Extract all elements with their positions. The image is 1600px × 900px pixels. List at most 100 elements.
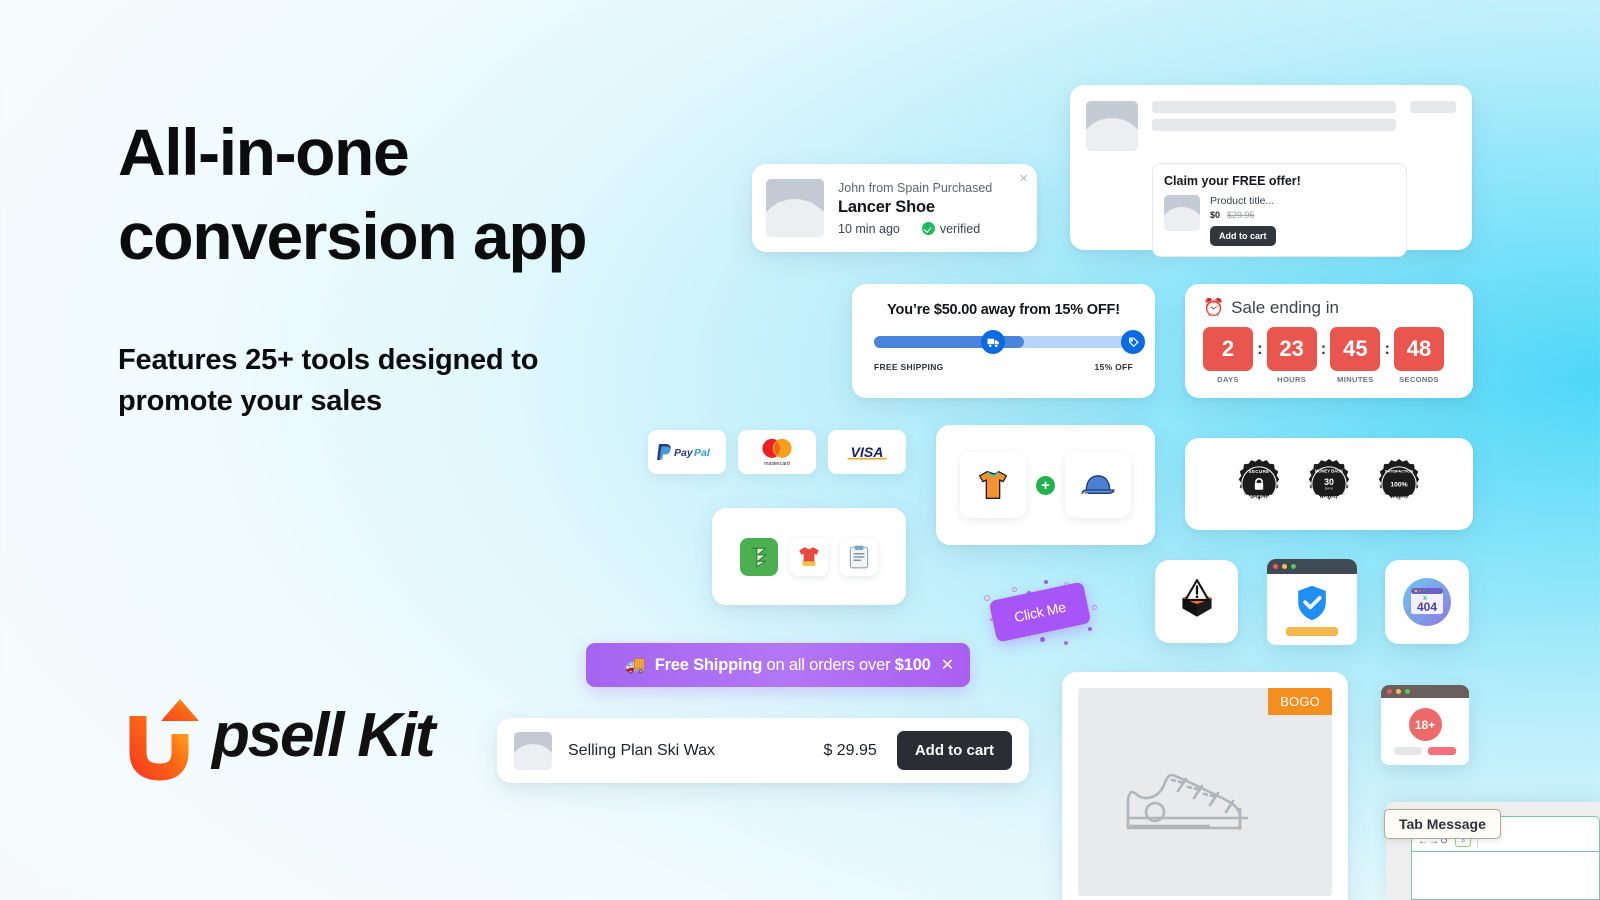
offer-product-title: Product title... <box>1210 195 1275 207</box>
svg-text:GUARANTEE: GUARANTEE <box>1316 495 1343 500</box>
offer-main-thumbnail <box>1086 101 1138 151</box>
shipping-banner-mid: on all orders over <box>762 655 895 674</box>
sales-notification-popup[interactable]: John from Spain Purchased Lancer Shoe 10… <box>752 164 1037 252</box>
svg-text:GUARANTEED: GUARANTEED <box>1385 495 1413 500</box>
clipboard-icon <box>840 537 878 576</box>
checkout-button-placeholder <box>1286 626 1338 636</box>
alarm-clock-icon: ⏰ <box>1203 298 1225 317</box>
bogo-product-card: BOGO <box>1062 672 1348 900</box>
decorative-dot <box>984 595 990 601</box>
out-of-stock-tile <box>1155 560 1238 643</box>
free-offer-card: Claim your FREE offer! Product title... … <box>1070 85 1472 257</box>
svg-text:SECURE: SECURE <box>1249 469 1270 474</box>
out-of-stock-box-icon <box>1181 578 1212 617</box>
free-shipping-progress-card: You’re $50.00 away from 15% OFF! FREE SH… <box>852 284 1155 398</box>
error-404-tile: x 404 <box>1385 560 1469 644</box>
skeleton-line <box>1152 119 1396 131</box>
shipping-banner-bold2: $100 <box>894 655 931 674</box>
countdown-value: 2 <box>1203 327 1253 371</box>
decorative-dot <box>1044 580 1048 584</box>
size-chart-icons-card <box>712 508 906 605</box>
age-verification-popup: 18+ <box>1381 685 1469 765</box>
add-to-cart-button[interactable]: Add to cart <box>896 731 1012 770</box>
browser-titlebar <box>1267 559 1357 574</box>
traffic-light-green <box>1405 689 1410 694</box>
svg-text:ORDERING: ORDERING <box>1246 495 1272 500</box>
decorative-dot <box>1092 605 1097 610</box>
discount-tag-icon <box>1121 330 1145 354</box>
svg-text:30: 30 <box>1324 477 1334 487</box>
tshirt-measure-icon <box>790 537 828 576</box>
countdown-value: 23 <box>1266 327 1317 371</box>
bogo-badge: BOGO <box>1268 688 1332 715</box>
decorative-dot <box>1040 637 1045 642</box>
svg-text:mastercard: mastercard <box>764 461 790 467</box>
traffic-light-yellow <box>1396 689 1401 694</box>
svg-text:Pal: Pal <box>694 447 711 459</box>
close-icon[interactable]: ✕ <box>941 655 954 675</box>
sales-popup-verified-label: verified <box>939 221 981 236</box>
payment-badges-row: Pay Pal mastercard VISA <box>648 430 906 474</box>
countdown-separator: : <box>1320 339 1327 358</box>
countdown-label: DAYS <box>1217 375 1239 384</box>
progress-left-label: FREE SHIPPING <box>874 362 944 372</box>
page-subtitle: Features 25+ tools designed to promote y… <box>118 344 539 418</box>
delivery-truck-icon: 🚚 <box>625 655 646 674</box>
countdown-label: SECONDS <box>1399 375 1439 384</box>
browser-titlebar <box>1381 685 1469 698</box>
countdown-unit-days: 2 DAYS <box>1203 327 1253 384</box>
countdown-unit-minutes: 45 MINUTES <box>1330 327 1381 384</box>
traffic-light-yellow <box>1282 564 1287 569</box>
bogo-product-image: BOGO <box>1078 688 1332 896</box>
mastercard-logo-icon: mastercard <box>738 430 816 474</box>
product-row-thumbnail <box>514 731 552 770</box>
bundle-plus-icon: + <box>1036 475 1055 495</box>
countdown-heading: Sale ending in <box>1231 298 1339 317</box>
age-limit-badge: 18+ <box>1408 708 1442 741</box>
sales-popup-time: 10 min ago <box>838 221 900 236</box>
paypal-logo-icon: Pay Pal <box>648 430 726 474</box>
sales-popup-product: Lancer Shoe <box>838 197 935 216</box>
age-accept-button[interactable] <box>1428 747 1456 755</box>
countdown-separator: : <box>1257 339 1263 358</box>
measuring-tape-icon <box>740 537 778 576</box>
svg-text:Pay: Pay <box>674 447 694 459</box>
decorative-dot <box>1064 641 1068 645</box>
progress-track[interactable] <box>874 330 1145 354</box>
countdown-value: 48 <box>1394 327 1445 371</box>
decorative-dot <box>1088 627 1092 631</box>
skeleton-line <box>1152 101 1396 113</box>
traffic-light-red <box>1387 689 1392 694</box>
decorative-dot <box>1012 587 1017 592</box>
logo-arrow-u-icon <box>129 699 199 781</box>
visa-logo-icon: VISA <box>828 430 906 474</box>
sneaker-placeholder-icon <box>1126 773 1248 830</box>
404-page-icon: x 404 <box>1403 578 1451 626</box>
tab-message-browser: ←→↺ ⌕ Tab Message <box>1384 809 1600 900</box>
click-me-button[interactable]: Click Me <box>988 581 1092 643</box>
skeleton-line <box>1410 101 1456 113</box>
verified-check-icon <box>921 222 935 235</box>
click-me-sticker[interactable]: Click Me <box>978 565 1108 655</box>
svg-text:404: 404 <box>1417 600 1437 614</box>
free-shipping-banner[interactable]: 🚚 Free Shipping on all orders over $100 … <box>586 643 970 687</box>
countdown-label: HOURS <box>1277 375 1307 384</box>
free-offer-inner-box: Claim your FREE offer! Product title... … <box>1152 163 1407 257</box>
progress-right-label: 15% OFF <box>1094 362 1133 372</box>
tab-message-label: Tab Message <box>1384 809 1501 839</box>
offer-product-thumbnail <box>1164 195 1200 231</box>
secure-ordering-seal: SECURE ORDERING <box>1238 459 1280 502</box>
product-bundle-card: + <box>936 425 1155 545</box>
countdown-timer-card: ⏰ Sale ending in 2 DAYS : 23 HOURS : 45 … <box>1185 284 1473 398</box>
close-icon[interactable]: × <box>1019 171 1028 186</box>
svg-text:100%: 100% <box>1390 482 1407 489</box>
shipping-truck-icon <box>981 330 1006 354</box>
offer-price-new: $0 <box>1210 210 1221 220</box>
countdown-label: MINUTES <box>1337 375 1374 384</box>
product-row-price: $ 29.95 <box>823 741 877 759</box>
offer-add-to-cart-button[interactable]: Add to cart <box>1210 226 1276 246</box>
age-decline-button[interactable] <box>1394 747 1422 755</box>
logo-wordmark: psell Kit <box>212 701 436 770</box>
product-row-card: Selling Plan Ski Wax $ 29.95 Add to cart <box>497 718 1029 783</box>
shipping-banner-bold1: Free Shipping <box>654 655 763 674</box>
